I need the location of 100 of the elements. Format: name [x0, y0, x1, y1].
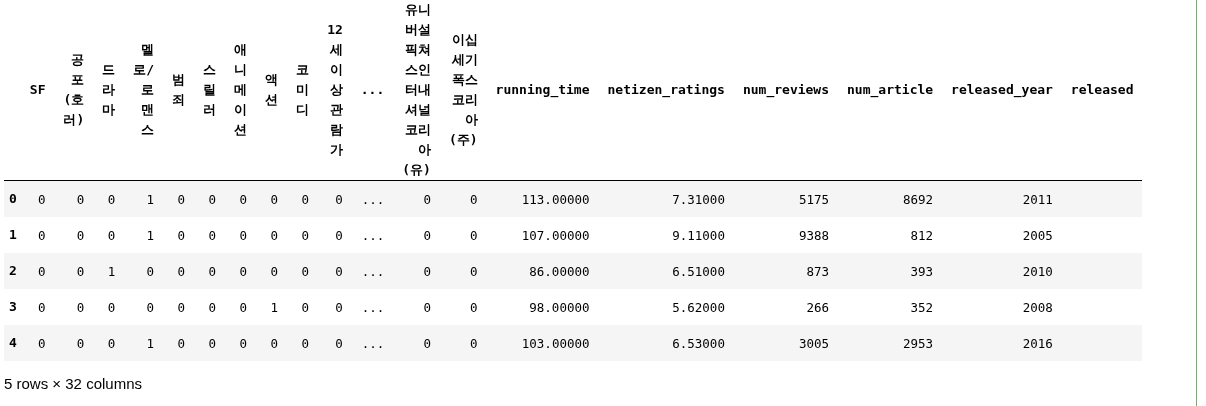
column-header: num_reviews [733, 0, 838, 181]
column-header: 애니메이션 [225, 0, 257, 181]
column-header: 드라마 [93, 0, 125, 181]
table-cell: 393 [838, 253, 943, 289]
table-cell: 0 [318, 289, 352, 325]
table-cell: 0 [256, 217, 288, 253]
table-cell: 6.51000 [598, 253, 734, 289]
column-header: released [1061, 0, 1143, 181]
column-header: netizen_ratings [598, 0, 734, 181]
column-header: running_time [486, 0, 599, 181]
table-cell: 2005 [942, 217, 1062, 253]
table-cell: 0 [256, 325, 288, 361]
table-cell: 0 [439, 289, 487, 325]
table-cell: 86.00000 [486, 253, 599, 289]
table-cell: 0 [194, 325, 226, 361]
table-cell: ... [351, 253, 394, 289]
table-cell: 0 [318, 253, 352, 289]
table-cell: 0 [163, 289, 195, 325]
table-cell: 0 [256, 180, 288, 217]
table-cell: 98.00000 [486, 289, 599, 325]
column-header: 공포(호러) [54, 0, 94, 181]
table-cell: 5.62000 [598, 289, 734, 325]
table-cell: 0 [54, 325, 94, 361]
table-cell: 0 [194, 180, 226, 217]
table-cell: 0 [225, 180, 257, 217]
table-cell: 9388 [733, 217, 838, 253]
table-cell: 6.53000 [598, 325, 734, 361]
column-header: released_year [942, 0, 1062, 181]
table-cell: 107.00000 [486, 217, 599, 253]
table-cell: 0 [20, 289, 55, 325]
column-header: 액션 [256, 0, 288, 181]
table-cell: 0 [225, 289, 257, 325]
table-cell: 2010 [942, 253, 1062, 289]
table-summary: 5 rows × 32 columns [4, 375, 142, 392]
table-cell: 3005 [733, 325, 838, 361]
table-cell: 0 [20, 180, 55, 217]
column-header: 스릴러 [194, 0, 226, 181]
table-cell: 352 [838, 289, 943, 325]
table-cell: 1 [256, 289, 288, 325]
table-cell: 0 [318, 180, 352, 217]
row-index: 0 [4, 180, 21, 217]
row-index: 2 [4, 253, 21, 289]
table-cell: 0 [194, 253, 226, 289]
table-cell: 2008 [942, 289, 1062, 325]
table-cell: 0 [194, 217, 226, 253]
table-cell: 0 [54, 180, 94, 217]
table-cell: 812 [838, 217, 943, 253]
table-cell: 0 [287, 325, 319, 361]
table-cell: 1 [124, 180, 164, 217]
table-cell: 0 [93, 217, 125, 253]
table-cell: 8692 [838, 180, 943, 217]
table-cell: ... [351, 289, 394, 325]
table-cell: 0 [439, 217, 487, 253]
table-cell: 0 [256, 253, 288, 289]
column-header: SF [20, 0, 55, 181]
table-cell: 0 [287, 217, 319, 253]
table-cell: 0 [124, 253, 164, 289]
table-cell: 0 [124, 289, 164, 325]
table-cell: 1 [93, 253, 125, 289]
table-cell: 0 [287, 180, 319, 217]
table-cell: 0 [225, 253, 257, 289]
table-cell: 0 [439, 253, 487, 289]
table-cell: 0 [163, 217, 195, 253]
table-cell: 0 [287, 253, 319, 289]
table-cell: 103.00000 [486, 325, 599, 361]
table-cell: 113.00000 [486, 180, 599, 217]
table-cell: 0 [93, 180, 125, 217]
column-header: 코미디 [287, 0, 319, 181]
table-cell: 0 [393, 325, 440, 361]
table-cell: ... [351, 217, 394, 253]
column-header: 멜로/로맨스 [124, 0, 164, 181]
table-cell: 0 [163, 325, 195, 361]
table-cell: ... [351, 325, 394, 361]
table-cell: 266 [733, 289, 838, 325]
table-cell: 1 [124, 217, 164, 253]
table-cell: 9.11000 [598, 217, 734, 253]
table-cell: 0 [439, 180, 487, 217]
table-cell: 0 [20, 217, 55, 253]
table-cell: 0 [318, 217, 352, 253]
column-header: 이십세기폭스코리아(주) [439, 0, 487, 181]
row-index: 4 [4, 325, 21, 361]
column-header: num_article [838, 0, 943, 181]
table-cell: 0 [393, 180, 440, 217]
table-cell: 0 [318, 325, 352, 361]
column-header: ... [351, 0, 394, 181]
table-cell: 0 [225, 325, 257, 361]
table-cell: 0 [163, 180, 195, 217]
table-cell: 1 [124, 325, 164, 361]
table-cell: 5175 [733, 180, 838, 217]
table-cell: 0 [93, 289, 125, 325]
table-cell: 0 [393, 253, 440, 289]
table-cell: 873 [733, 253, 838, 289]
table-cell: 0 [54, 289, 94, 325]
table-cell: 0 [163, 253, 195, 289]
table-cell: 0 [93, 325, 125, 361]
table-cell: ... [351, 180, 394, 217]
table-cell: 0 [439, 325, 487, 361]
table-cell: 0 [287, 289, 319, 325]
table-cell: 0 [54, 217, 94, 253]
table-cell: 0 [194, 289, 226, 325]
